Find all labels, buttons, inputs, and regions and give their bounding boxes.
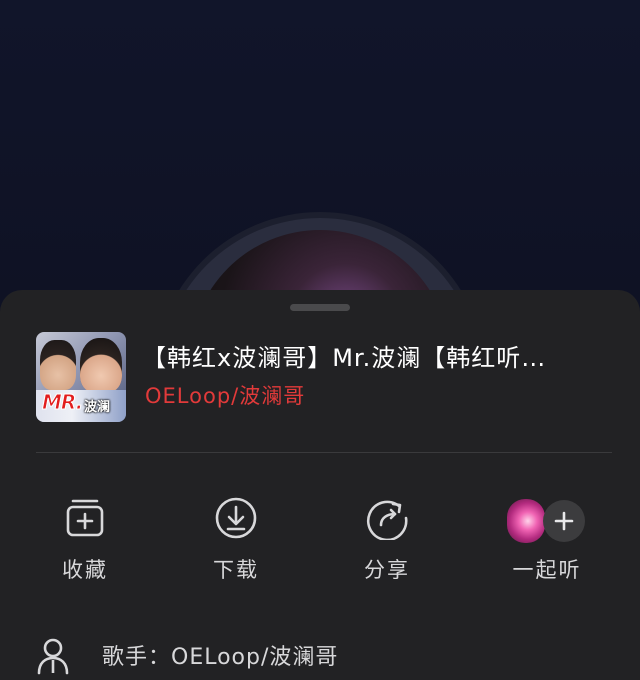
cover-person-left	[40, 340, 76, 390]
download-icon	[215, 497, 257, 539]
song-cover: MR. 波澜	[36, 332, 126, 422]
cover-person-right	[80, 338, 122, 392]
download-label: 下载	[213, 558, 259, 582]
person-icon	[37, 638, 69, 675]
share-label: 分享	[364, 558, 410, 582]
share-button[interactable]: 分享	[327, 490, 447, 590]
collect-label: 收藏	[62, 558, 108, 582]
song-artist[interactable]: OELoop/波澜哥	[145, 380, 305, 410]
sheet-drag-handle[interactable]	[290, 304, 350, 311]
add-to-collection-icon	[66, 499, 104, 537]
song-more-sheet-screen: MR. 波澜 【韩红x波澜哥】Mr.波澜【韩红听… OELoop/波澜哥 收藏	[0, 0, 640, 680]
singer-row[interactable]: 歌手：OELoop/波澜哥	[0, 635, 640, 680]
listen-together-plus-button[interactable]	[543, 500, 585, 542]
cover-logo-mr: MR.	[41, 390, 83, 415]
bottom-sheet: MR. 波澜 【韩红x波澜哥】Mr.波澜【韩红听… OELoop/波澜哥 收藏	[0, 290, 640, 680]
divider	[36, 452, 612, 453]
listen-together-avatar[interactable]	[507, 499, 545, 543]
listen-together-label: 一起听	[512, 558, 582, 582]
song-title: 【韩红x波澜哥】Mr.波澜【韩红听…	[142, 344, 547, 372]
singer-text: 歌手：OELoop/波澜哥	[102, 645, 339, 670]
share-icon	[366, 500, 408, 540]
collect-button[interactable]: 收藏	[25, 490, 145, 590]
cover-logo-bolan: 波澜	[84, 400, 111, 415]
download-button[interactable]: 下载	[176, 490, 296, 590]
plus-icon	[554, 511, 574, 531]
